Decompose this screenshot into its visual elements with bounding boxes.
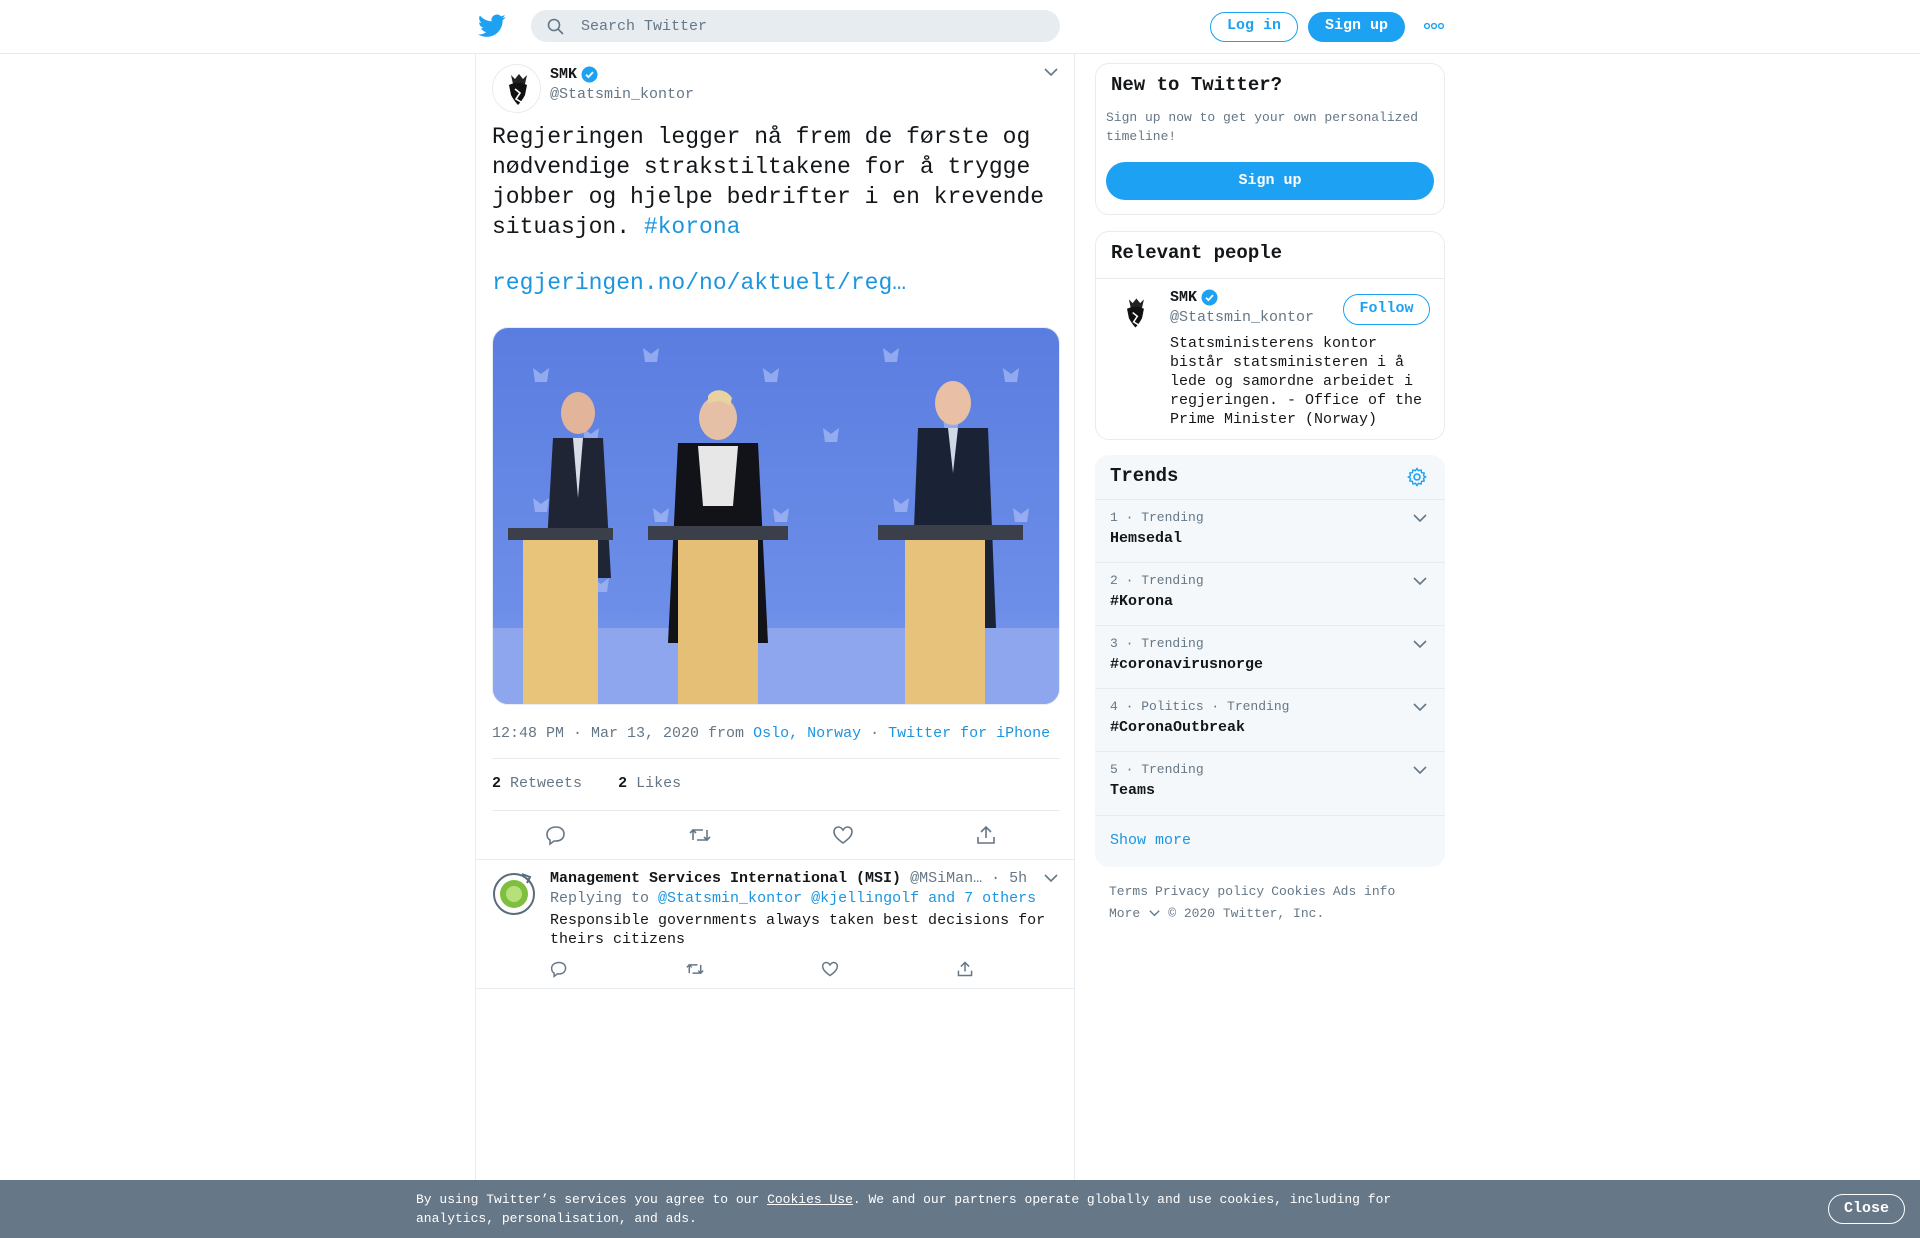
tweet-author-name[interactable]: SMK: [550, 66, 598, 83]
privacy-link[interactable]: Privacy policy: [1155, 884, 1264, 899]
search-box[interactable]: [531, 10, 1060, 42]
tweet-stats: 2 Retweets 2 Likes: [492, 775, 681, 792]
chevron-down-icon[interactable]: [1044, 68, 1058, 77]
likes-stat[interactable]: 2 Likes: [618, 775, 681, 792]
divider: [1096, 278, 1444, 279]
search-input[interactable]: [581, 10, 1041, 42]
avatar[interactable]: [492, 64, 541, 113]
twitter-logo-icon[interactable]: [478, 14, 506, 38]
relevant-people-card: Relevant people SMK @Statsmin_kontor Fol…: [1095, 231, 1445, 440]
location-link[interactable]: Oslo, Norway: [753, 725, 861, 742]
copyright: © 2020 Twitter, Inc.: [1168, 906, 1325, 921]
person-name[interactable]: SMK: [1170, 289, 1218, 306]
reply-actions: [550, 960, 990, 980]
tweet-timestamp: 12:48 PM · Mar 13, 2020 from Oslo, Norwa…: [492, 725, 1051, 742]
tweet-photo[interactable]: [492, 327, 1060, 705]
like-icon[interactable]: [821, 960, 839, 978]
close-button[interactable]: Close: [1828, 1194, 1905, 1224]
reply-time[interactable]: · 5h: [991, 870, 1027, 887]
trend-item[interactable]: 4 · Politics · Trending #CoronaOutbreak: [1095, 688, 1445, 751]
hashtag-link[interactable]: #korona: [644, 214, 741, 240]
trend-item[interactable]: 2 · Trending #Korona: [1095, 562, 1445, 625]
share-icon[interactable]: [975, 824, 997, 846]
new-to-twitter-card: New to Twitter? Sign up now to get your …: [1095, 63, 1445, 215]
replying-to-link[interactable]: @Statsmin_kontor @kjellingolf and 7 othe…: [658, 890, 1036, 907]
retweet-icon[interactable]: [685, 960, 705, 978]
share-icon[interactable]: [956, 960, 974, 978]
search-icon: [547, 18, 564, 35]
terms-link[interactable]: Terms: [1109, 884, 1148, 899]
person-bio: Statsministerens kontor bistår statsmini…: [1170, 335, 1423, 428]
trend-item[interactable]: 3 · Trending #coronavirusnorge: [1095, 625, 1445, 688]
show-more-link[interactable]: Show more: [1095, 815, 1445, 867]
chevron-down-icon[interactable]: [1149, 903, 1160, 925]
chevron-down-icon[interactable]: [1413, 703, 1427, 712]
reply-text: Responsible governments always taken bes…: [550, 912, 1046, 948]
avatar[interactable]: [1112, 290, 1158, 336]
reply-author-handle[interactable]: @MSiMan…: [910, 870, 982, 887]
cookie-banner: By using Twitter’s services you agree to…: [0, 1180, 1920, 1238]
reply-icon[interactable]: [550, 960, 568, 978]
divider: [492, 758, 1060, 759]
trend-item[interactable]: 1 · Trending Hemsedal: [1095, 499, 1445, 562]
chevron-down-icon[interactable]: [1413, 577, 1427, 586]
replying-to: Replying to @Statsmin_kontor @kjellingol…: [550, 890, 1037, 907]
reply-tweet[interactable]: Management Services International (MSI) …: [476, 860, 1074, 989]
chevron-down-icon[interactable]: [1413, 514, 1427, 523]
retweets-stat[interactable]: 2 Retweets: [492, 775, 582, 792]
chevron-down-icon[interactable]: [1044, 874, 1058, 883]
chevron-down-icon[interactable]: [1413, 766, 1427, 775]
trend-item[interactable]: 5 · Trending Teams: [1095, 751, 1445, 814]
login-button[interactable]: Log in: [1210, 12, 1298, 42]
tweet-author-handle[interactable]: @Statsmin_kontor: [550, 86, 694, 103]
reply-icon[interactable]: [545, 824, 567, 846]
tweet-actions: [492, 824, 1060, 850]
trends-card: Trends 1 · Trending Hemsedal 2 · Trendin…: [1095, 455, 1445, 867]
footer-links: Terms Privacy policy Cookies Ads info More ©…: [1109, 881, 1439, 925]
reply-author-name[interactable]: Management Services International (MSI): [550, 870, 901, 887]
card-title: Trends: [1110, 465, 1179, 487]
source-link[interactable]: Twitter for iPhone: [888, 725, 1050, 742]
divider: [492, 810, 1060, 811]
more-menu-link[interactable]: More: [1109, 906, 1147, 921]
tweet-text: Regjeringen legger nå frem de første og …: [492, 124, 1058, 240]
top-header: Log in Sign up: [0, 0, 1920, 54]
tweet-url-link[interactable]: regjeringen.no/no/aktuelt/reg…: [492, 270, 906, 296]
chevron-down-icon[interactable]: [1413, 640, 1427, 649]
main-column: SMK @Statsmin_kontor Regjeringen legger …: [475, 54, 1075, 1238]
verified-badge-icon: [581, 66, 598, 83]
signup-button[interactable]: Sign up: [1106, 162, 1434, 200]
reply-header: Management Services International (MSI) …: [550, 870, 1027, 887]
cookie-text: By using Twitter’s services you agree to…: [416, 1192, 1392, 1226]
settings-gear-icon[interactable]: [1407, 467, 1427, 487]
person-handle[interactable]: @Statsmin_kontor: [1170, 309, 1314, 326]
ads-info-link[interactable]: Ads info: [1333, 884, 1395, 899]
card-description: Sign up now to get your own personalized…: [1106, 110, 1419, 144]
signup-button[interactable]: Sign up: [1308, 12, 1405, 42]
card-title: Relevant people: [1111, 242, 1283, 264]
cookies-use-link[interactable]: Cookies Use: [767, 1192, 853, 1207]
card-title: New to Twitter?: [1111, 74, 1283, 96]
cookies-link[interactable]: Cookies: [1271, 884, 1326, 899]
like-icon[interactable]: [832, 824, 854, 846]
more-dots-icon[interactable]: [1424, 22, 1444, 30]
avatar[interactable]: [492, 872, 536, 916]
verified-badge-icon: [1201, 289, 1218, 306]
follow-button[interactable]: Follow: [1343, 294, 1430, 325]
retweet-icon[interactable]: [688, 824, 712, 846]
